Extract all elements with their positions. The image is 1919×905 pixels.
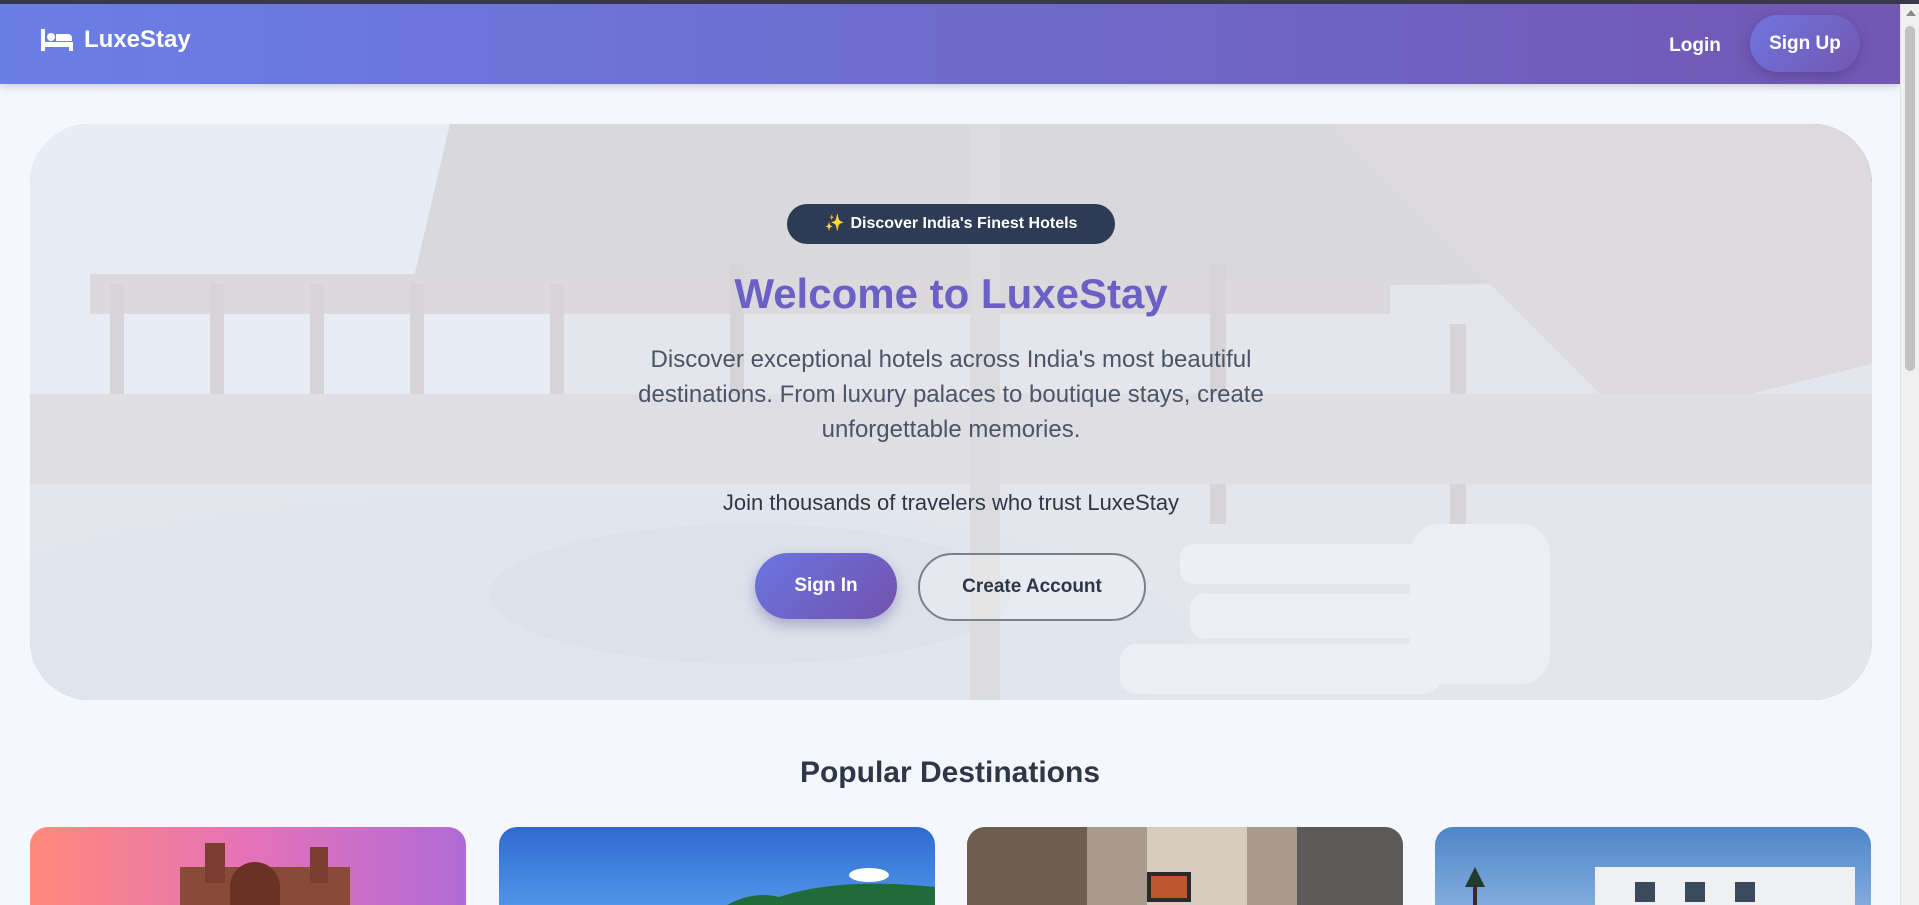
navbar: LuxeStay Login Sign Up	[0, 4, 1900, 84]
page: LuxeStay Login Sign Up ✨ Discover India'…	[0, 0, 1919, 905]
hero-content: ✨ Discover India's Finest Hotels Welcome …	[30, 124, 1872, 700]
scroll-up-arrow-icon[interactable]	[1906, 10, 1916, 16]
hero-subtext: Join thousands of travelers who trust Lu…	[722, 490, 1180, 515]
create-account-button[interactable]: Create Account	[918, 553, 1146, 621]
destination-image	[1435, 827, 1871, 905]
hero-badge-text: Discover India's Finest Hotels	[850, 215, 1078, 232]
sparkles-icon: ✨	[824, 215, 845, 232]
login-link[interactable]: Login	[1650, 28, 1740, 64]
hero-badge: ✨ Discover India's Finest Hotels	[787, 204, 1115, 244]
destination-image	[967, 827, 1403, 905]
destination-card-2[interactable]	[499, 827, 935, 905]
signup-button[interactable]: Sign Up	[1750, 15, 1860, 72]
destination-image	[30, 827, 466, 905]
hero-section: ✨ Discover India's Finest Hotels Welcome …	[30, 124, 1872, 700]
destination-card-1[interactable]	[30, 827, 466, 905]
scrollbar-thumb[interactable]	[1905, 26, 1915, 371]
destination-image	[499, 827, 935, 905]
destination-card-4[interactable]	[1435, 827, 1871, 905]
brand-logo[interactable]: LuxeStay	[40, 26, 191, 54]
hero-description: Discover exceptional hotels across India…	[638, 346, 1264, 443]
brand-name: LuxeStay	[84, 26, 191, 53]
hero-title: Welcome to LuxeStay	[734, 270, 1168, 317]
page-scrollbar[interactable]	[1900, 4, 1919, 905]
sign-in-button[interactable]: Sign In	[755, 553, 897, 619]
bed-icon	[40, 27, 74, 53]
destination-card-3[interactable]	[967, 827, 1403, 905]
popular-destinations-title: Popular Destinations	[799, 756, 1101, 789]
